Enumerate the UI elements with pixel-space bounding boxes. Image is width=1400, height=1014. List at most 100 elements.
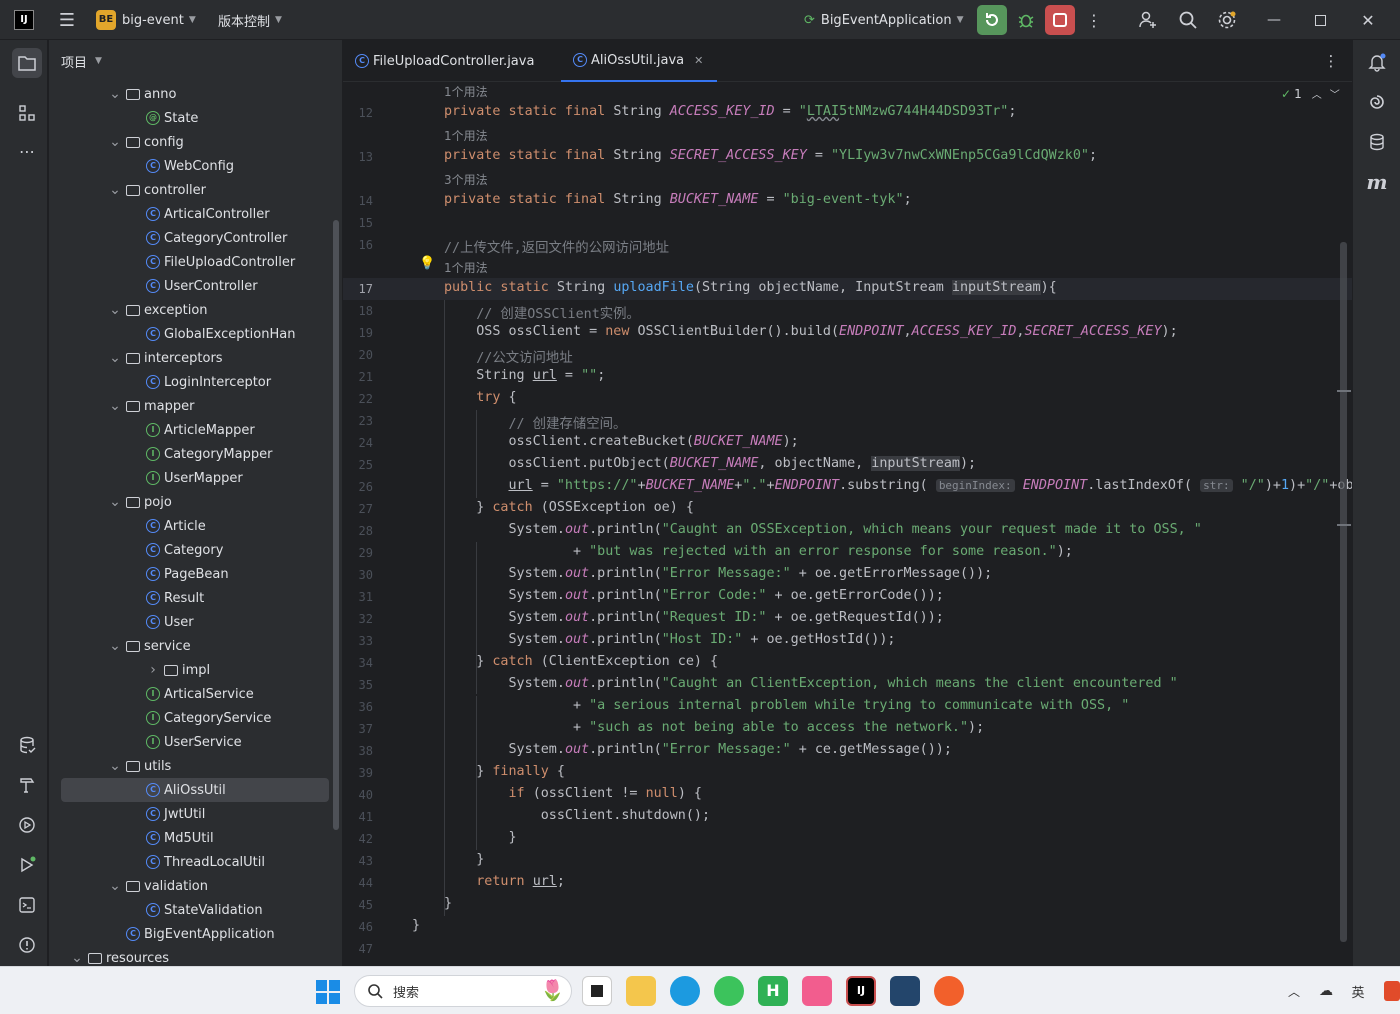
project-scrollbar[interactable] <box>333 220 339 830</box>
line-number[interactable]: 31 <box>343 590 373 604</box>
line-number[interactable]: 23 <box>343 414 373 428</box>
tree-item-fileuploadcontroller[interactable]: C FileUploadController <box>146 250 295 274</box>
wechat-icon[interactable] <box>714 976 744 1006</box>
tree-item-pagebean[interactable]: C PageBean <box>146 562 229 586</box>
line-number[interactable]: 13 <box>343 150 373 164</box>
line-number[interactable]: 17 <box>343 282 373 296</box>
project-panel-header[interactable]: 项目 ▼ <box>49 40 342 82</box>
line-number[interactable]: 42 <box>343 832 373 846</box>
tree-item-articalcontroller[interactable]: C ArticalController <box>146 202 270 226</box>
close-icon[interactable]: ✕ <box>1356 8 1380 32</box>
line-number[interactable]: 38 <box>343 744 373 758</box>
tree-item-articalservice[interactable]: I ArticalService <box>146 682 254 706</box>
editor-scrollbar[interactable] <box>1340 242 1347 942</box>
line-number[interactable]: 47 <box>343 942 373 956</box>
services-tool-button[interactable] <box>14 812 40 838</box>
database-tool-button[interactable] <box>14 732 40 758</box>
line-number[interactable]: 29 <box>343 546 373 560</box>
tree-item-article[interactable]: C Article <box>146 514 206 538</box>
chevron-down-icon[interactable]: ﹀ <box>1330 86 1340 101</box>
stop-button[interactable] <box>1045 5 1075 35</box>
project-tool-button[interactable] <box>12 48 42 78</box>
tree-item-user[interactable]: C User <box>146 610 194 634</box>
tree-item-globalexceptionhan[interactable]: C GlobalExceptionHan <box>146 322 295 346</box>
line-number[interactable]: 26 <box>343 480 373 494</box>
tree-item-service[interactable]: ⌄ service <box>108 634 190 658</box>
tree-item-mapper[interactable]: ⌄ mapper <box>108 394 194 418</box>
tree-item-categorycontroller[interactable]: C CategoryController <box>146 226 287 250</box>
tree-item-articlemapper[interactable]: I ArticleMapper <box>146 418 255 442</box>
line-number[interactable]: 27 <box>343 502 373 516</box>
windows-start-icon[interactable] <box>316 980 340 1004</box>
bilibili-icon[interactable] <box>802 976 832 1006</box>
search-button[interactable] <box>1176 8 1200 32</box>
close-tab-icon[interactable]: ✕ <box>694 54 703 67</box>
chevron-right-icon[interactable]: › <box>146 662 160 678</box>
ime-icon[interactable]: 英 <box>1348 981 1368 1001</box>
usage-hint[interactable]: 1个用法 <box>444 127 488 144</box>
tree-item-pojo[interactable]: ⌄ pojo <box>108 490 172 514</box>
chevron-down-icon[interactable]: ⌄ <box>108 878 122 894</box>
tree-item-result[interactable]: C Result <box>146 586 204 610</box>
edge-browser-icon[interactable] <box>670 976 700 1006</box>
usage-hint[interactable]: 3个用法 <box>444 171 488 188</box>
structure-tool-button[interactable] <box>14 100 40 126</box>
line-number[interactable]: 41 <box>343 810 373 824</box>
tree-item-usermapper[interactable]: I UserMapper <box>146 466 243 490</box>
chevron-down-icon[interactable]: ⌄ <box>108 350 122 366</box>
tree-item-jwtutil[interactable]: C JwtUtil <box>146 802 205 826</box>
line-number[interactable]: 33 <box>343 634 373 648</box>
cloud-sync-icon[interactable]: ☁ <box>1316 981 1336 1001</box>
tree-item-utils[interactable]: ⌄ utils <box>108 754 171 778</box>
tab-aliossutil[interactable]: C AliOssUtil.java ✕ <box>561 40 718 82</box>
vmware-icon[interactable] <box>890 976 920 1006</box>
line-number[interactable]: 40 <box>343 788 373 802</box>
tree-item-validation[interactable]: ⌄ validation <box>108 874 208 898</box>
tree-item-logininterceptor[interactable]: C LoginInterceptor <box>146 370 271 394</box>
tree-item-resources[interactable]: ⌄ resources <box>70 946 169 966</box>
line-number[interactable]: 46 <box>343 920 373 934</box>
tree-item-categoryservice[interactable]: I CategoryService <box>146 706 271 730</box>
terminal-tool-button[interactable] <box>14 892 40 918</box>
tree-item-userservice[interactable]: I UserService <box>146 730 242 754</box>
hbuilder-icon[interactable]: H <box>758 976 788 1006</box>
maven-icon[interactable]: m <box>1363 168 1391 196</box>
project-switcher[interactable]: BE big-event ▼ <box>96 0 196 40</box>
line-number[interactable]: 16 <box>343 238 373 252</box>
tree-item-bigeventapplication[interactable]: C BigEventApplication <box>126 922 275 946</box>
run-config-selector[interactable]: ⟳ BigEventApplication ▼ <box>804 0 964 40</box>
build-tool-button[interactable] <box>14 772 40 798</box>
task-view-icon[interactable] <box>582 976 612 1006</box>
main-menu-icon[interactable]: ☰ <box>56 10 78 31</box>
ai-assistant-button[interactable] <box>1363 88 1391 116</box>
maximize-icon[interactable] <box>1308 8 1332 32</box>
tree-item-md5util[interactable]: C Md5Util <box>146 826 214 850</box>
line-number[interactable]: 35 <box>343 678 373 692</box>
chevron-up-icon[interactable]: ︿ <box>1312 86 1322 101</box>
tree-item-statevalidation[interactable]: C StateValidation <box>146 898 263 922</box>
tray-app-icon[interactable] <box>1384 981 1400 1001</box>
line-number[interactable]: 44 <box>343 876 373 890</box>
line-number[interactable]: 14 <box>343 194 373 208</box>
rerun-button[interactable] <box>977 5 1007 35</box>
line-number[interactable]: 19 <box>343 326 373 340</box>
code-editor[interactable]: ✓ 1 ︿ ﹀ 12 13 14 15 16 17 18 19 20 21 22 23 24 25 26 27… <box>343 82 1352 966</box>
line-number[interactable]: 20 <box>343 348 373 362</box>
line-number[interactable]: 15 <box>343 216 373 230</box>
tree-item-exception[interactable]: ⌄ exception <box>108 298 207 322</box>
intellij-taskbar-icon[interactable]: IJ <box>846 976 876 1006</box>
tab-fileuploadcontroller[interactable]: C FileUploadController.java <box>355 40 534 82</box>
chevron-down-icon[interactable]: ⌄ <box>108 758 122 774</box>
line-number[interactable]: 18 <box>343 304 373 318</box>
chevron-down-icon[interactable]: ⌄ <box>70 950 84 966</box>
line-number[interactable]: 34 <box>343 656 373 670</box>
usage-hint[interactable]: 1个用法 <box>444 259 488 276</box>
postman-icon[interactable] <box>934 976 964 1006</box>
tree-item-interceptors[interactable]: ⌄ interceptors <box>108 346 222 370</box>
tree-item-anno[interactable]: ⌄ anno <box>108 82 176 106</box>
usage-hint[interactable]: 1个用法 <box>444 83 488 100</box>
tree-item-usercontroller[interactable]: C UserController <box>146 274 258 298</box>
line-number[interactable]: 43 <box>343 854 373 868</box>
vcs-menu[interactable]: 版本控制 ▼ <box>218 0 282 40</box>
tree-item-categorymapper[interactable]: I CategoryMapper <box>146 442 272 466</box>
